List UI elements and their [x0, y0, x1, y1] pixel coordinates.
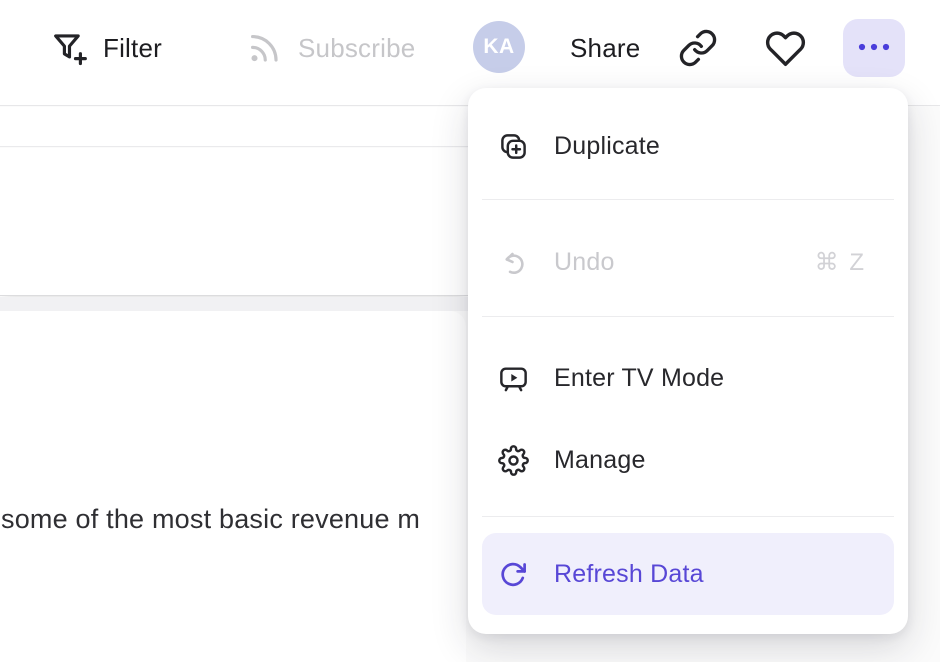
filter-button[interactable]: Filter [50, 18, 162, 78]
duplicate-icon [498, 131, 529, 162]
menu-item-label: Undo [554, 248, 615, 277]
menu-item-label: Duplicate [554, 132, 660, 161]
filter-label: Filter [103, 33, 162, 64]
gear-icon [498, 445, 529, 476]
menu-item-duplicate[interactable]: Duplicate [468, 110, 908, 182]
menu-item-manage[interactable]: Manage [468, 424, 908, 496]
menu-item-label: Refresh Data [554, 560, 704, 589]
favorite-button[interactable] [765, 18, 806, 78]
section-gap [0, 297, 468, 311]
lower-content-card: some of the most basic revenue m [0, 311, 466, 662]
menu-item-label: Manage [554, 446, 646, 475]
menu-item-undo[interactable]: Undo ⌘ Z [468, 226, 908, 298]
menu-divider [482, 199, 894, 200]
menu-item-refresh-data[interactable]: Refresh Data [482, 533, 894, 615]
upper-content-card [0, 148, 468, 296]
heart-icon [765, 28, 806, 69]
menu-item-enter-tv-mode[interactable]: Enter TV Mode [468, 342, 908, 414]
undo-shortcut: ⌘ Z [815, 248, 866, 277]
copy-link-button[interactable] [678, 18, 718, 78]
body-text: some of the most basic revenue m [1, 504, 420, 535]
more-options-menu: Duplicate Undo ⌘ Z Enter TV M [468, 88, 908, 634]
subscribe-button[interactable]: Subscribe [245, 18, 415, 78]
link-icon [678, 28, 718, 68]
subscribe-label: Subscribe [298, 33, 415, 64]
page: Filter Subscribe KA Share [0, 0, 940, 662]
more-options-button[interactable] [843, 19, 905, 77]
tv-icon [498, 363, 529, 394]
ellipsis-icon [856, 40, 892, 57]
undo-icon [498, 247, 529, 278]
share-label: Share [570, 33, 640, 64]
rss-icon [245, 29, 283, 67]
avatar[interactable]: KA [473, 21, 525, 73]
menu-divider [482, 516, 894, 517]
filter-plus-icon [50, 29, 88, 67]
share-button[interactable]: Share [570, 18, 640, 78]
refresh-icon [498, 559, 529, 590]
menu-divider [482, 316, 894, 317]
sub-header-band [0, 107, 468, 147]
menu-item-label: Enter TV Mode [554, 364, 724, 393]
